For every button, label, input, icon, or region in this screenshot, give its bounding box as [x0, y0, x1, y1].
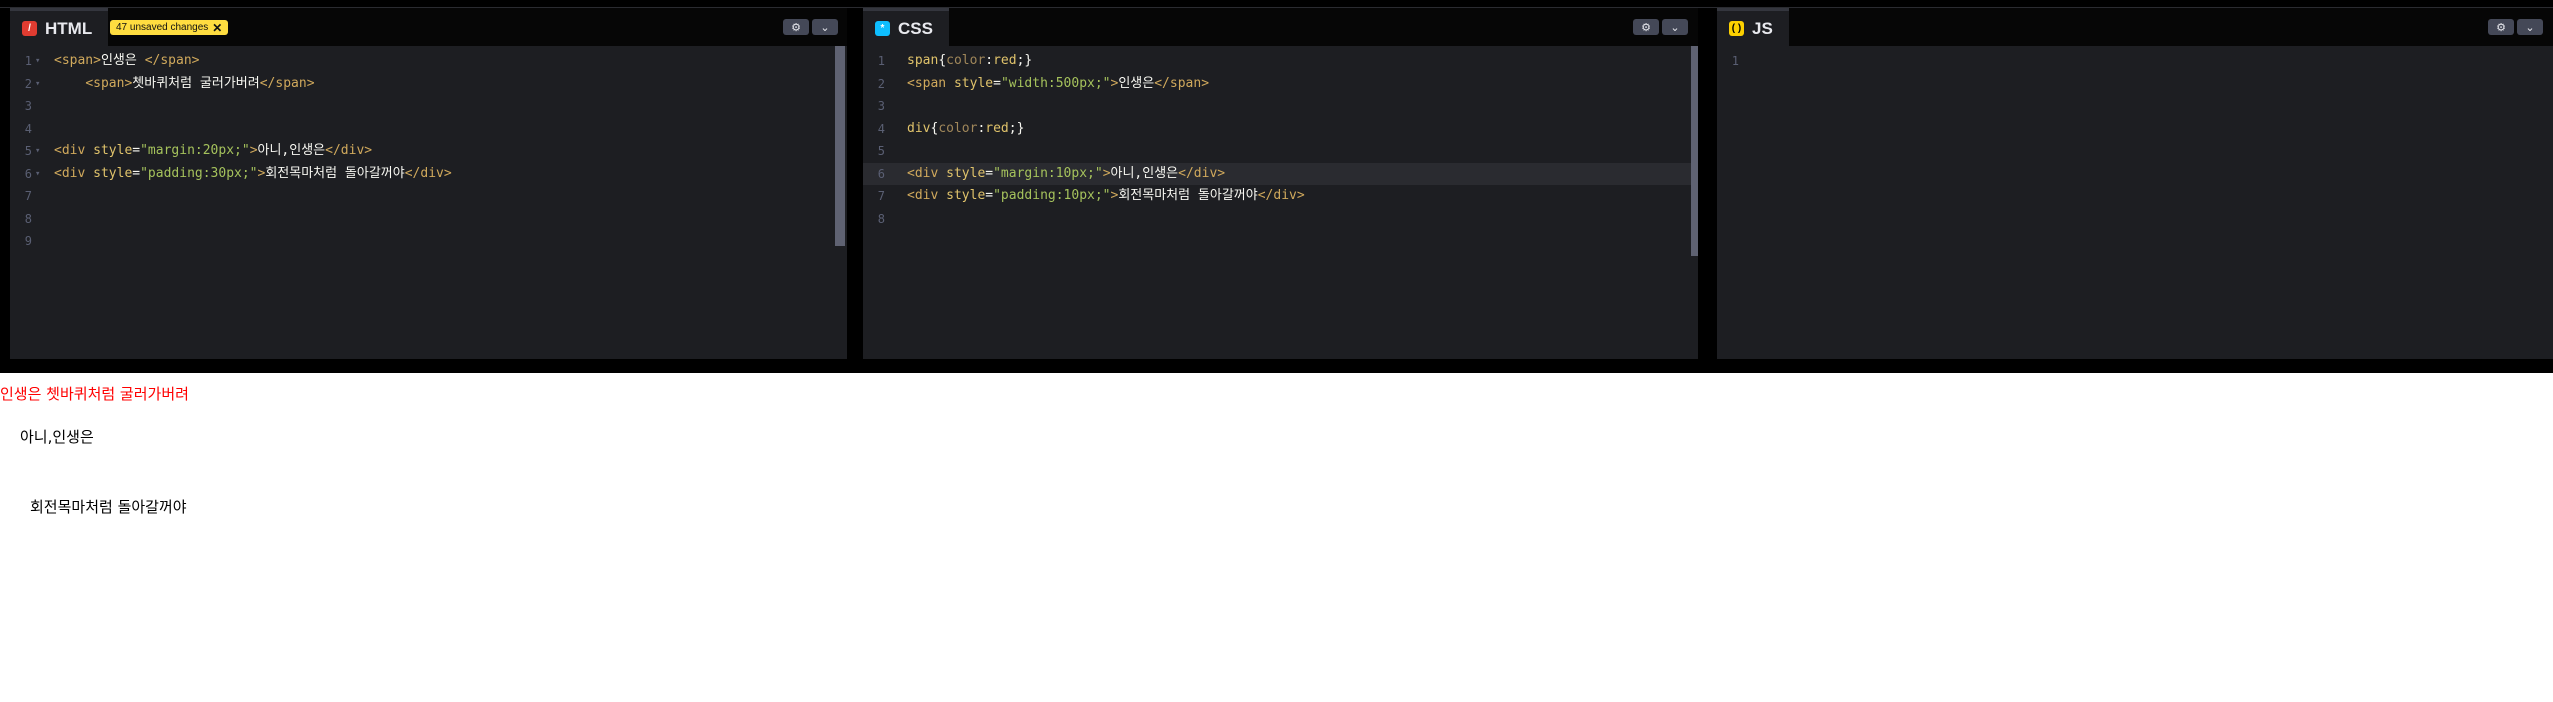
css-code-editor[interactable]: 1 span{color:red;} 2 <span style="width:500… — [863, 50, 1698, 359]
code-text: <div style="margin:20px;">아니,인생은</div> — [54, 143, 373, 158]
chevron-down-icon: ⌄ — [2525, 20, 2535, 34]
code-text: div{color:red;} — [907, 120, 1025, 136]
line-number: 4 — [877, 121, 885, 136]
gear-icon: ⚙ — [2496, 20, 2506, 34]
editor-area: / HTML 47 unsaved changes ✕ ⚙ ⌄ 1 ▾ <span>… — [0, 0, 2553, 373]
fold-arrow-icon[interactable]: ▾ — [35, 73, 40, 96]
line-number: 8 — [24, 211, 32, 226]
js-pane-header: ( ) JS ⚙ ⌄ — [1717, 8, 2553, 46]
line-number: 8 — [877, 211, 885, 226]
code-line[interactable]: 8 — [863, 208, 1698, 231]
code-line[interactable]: 4 div{color:red;} — [863, 118, 1698, 141]
css-scrollbar[interactable] — [1691, 46, 1698, 256]
line-number: 2 — [877, 76, 885, 91]
code-line[interactable]: 5 — [863, 140, 1698, 163]
code-text: <span>인생은 </span> — [54, 53, 200, 68]
html-scrollbar[interactable] — [835, 46, 845, 246]
unsaved-changes-label: 47 unsaved changes — [116, 22, 209, 33]
gear-icon: ⚙ — [791, 20, 801, 34]
fold-arrow-icon[interactable]: ▾ — [35, 163, 40, 186]
code-text: <div style="margin:10px;">아니,인생은</div> — [907, 165, 1226, 181]
unsaved-changes-badge[interactable]: 47 unsaved changes ✕ — [110, 20, 229, 35]
line-number: 9 — [24, 234, 32, 248]
line-number: 5 — [24, 144, 32, 158]
html-icon: / — [22, 21, 37, 36]
css-settings-button[interactable]: ⚙ — [1633, 19, 1659, 35]
code-line[interactable]: 6 <div style="margin:10px;">아니,인생은</div> — [863, 162, 1698, 185]
html-settings-button[interactable]: ⚙ — [783, 19, 809, 35]
js-menu-button[interactable]: ⌄ — [2517, 19, 2543, 35]
html-menu-button[interactable]: ⌄ — [812, 19, 838, 35]
result-preview: 인생은 쳇바퀴처럼 굴러가버려 아니,인생은 회전목마처럼 돌아갈꺼야 — [0, 373, 2553, 702]
html-code-editor[interactable]: 1 ▾ <span>인생은 </span> 2 ▾ <span>쳇바퀴처럼 굴러가버려<… — [10, 50, 847, 359]
code-line[interactable]: 8 — [10, 208, 847, 231]
line-number: 1 — [877, 54, 885, 68]
line-number: 7 — [24, 189, 32, 203]
close-icon[interactable]: ✕ — [212, 22, 222, 34]
line-number: 4 — [24, 121, 32, 136]
code-line[interactable]: 5 ▾ <div style="margin:20px;">아니,인생은</div> — [10, 140, 847, 163]
js-code-editor[interactable]: 1 — [1717, 50, 2553, 359]
tab-html-label: HTML — [45, 18, 93, 38]
tab-css[interactable]: * CSS — [863, 8, 949, 46]
code-line[interactable]: 7 <div style="padding:10px;">회전목마처럼 돌아갈꺼야… — [863, 185, 1698, 208]
code-line[interactable]: 1 span{color:red;} — [863, 50, 1698, 73]
preview-line-1: 인생은 쳇바퀴처럼 굴러가버려 — [0, 385, 189, 403]
line-number: 6 — [24, 166, 32, 181]
css-menu-button[interactable]: ⌄ — [1662, 19, 1688, 35]
fold-arrow-icon[interactable]: ▾ — [35, 50, 40, 73]
chevron-down-icon: ⌄ — [820, 20, 830, 34]
code-line[interactable]: 2 ▾ <span>쳇바퀴처럼 굴러가버려</span> — [10, 73, 847, 96]
code-text: <div style="padding:10px;">회전목마처럼 돌아갈꺼야<… — [907, 188, 1305, 203]
html-pane-header: / HTML 47 unsaved changes ✕ ⚙ ⌄ — [10, 8, 847, 46]
code-line[interactable]: 3 — [10, 95, 847, 118]
code-line[interactable]: 4 — [10, 118, 847, 141]
code-line[interactable]: 2 <span style="width:500px;">인생은</span> — [863, 73, 1698, 96]
code-line[interactable]: 9 — [10, 230, 847, 253]
tab-html[interactable]: / HTML — [10, 8, 109, 46]
tab-js[interactable]: ( ) JS — [1717, 8, 1789, 46]
html-editor-pane: / HTML 47 unsaved changes ✕ ⚙ ⌄ 1 ▾ <span>… — [10, 8, 847, 359]
css-icon: * — [875, 21, 890, 36]
line-number: 1 — [1731, 54, 1739, 68]
preview-line-3: 회전목마처럼 돌아갈꺼야 — [30, 498, 187, 516]
code-line[interactable]: 1 ▾ <span>인생은 </span> — [10, 50, 847, 73]
chevron-down-icon: ⌄ — [1670, 20, 1680, 34]
code-text: <span>쳇바퀴처럼 굴러가버려</span> — [85, 75, 315, 91]
resize-handle[interactable] — [0, 359, 2553, 373]
line-number: 7 — [877, 189, 885, 203]
line-number: 3 — [877, 99, 885, 113]
line-number: 6 — [877, 166, 885, 181]
tab-js-label: JS — [1752, 18, 1773, 38]
code-line[interactable]: 7 — [10, 185, 847, 208]
code-text: <div style="padding:30px;">회전목마처럼 돌아갈꺼야<… — [54, 165, 452, 181]
css-pane-header: * CSS ⚙ ⌄ — [863, 8, 1698, 46]
code-line[interactable]: 1 — [1717, 50, 2553, 73]
js-settings-button[interactable]: ⚙ — [2488, 19, 2514, 35]
js-editor-pane: ( ) JS ⚙ ⌄ 1 — [1717, 8, 2553, 359]
tab-css-label: CSS — [898, 18, 933, 38]
preview-line-2: 아니,인생은 — [20, 428, 94, 446]
line-number: 1 — [24, 54, 32, 68]
gear-icon: ⚙ — [1641, 20, 1651, 34]
line-number: 5 — [877, 144, 885, 158]
code-text: span{color:red;} — [907, 53, 1033, 68]
line-number: 3 — [24, 99, 32, 113]
code-line[interactable]: 6 ▾ <div style="padding:30px;">회전목마처럼 돌아갈꺼… — [10, 163, 847, 186]
code-line[interactable]: 3 — [863, 95, 1698, 118]
code-text: <span style="width:500px;">인생은</span> — [907, 75, 1210, 91]
css-editor-pane: * CSS ⚙ ⌄ 1 span{color:red;} 2 <span style=… — [863, 8, 1698, 359]
fold-arrow-icon[interactable]: ▾ — [35, 140, 40, 163]
js-icon: ( ) — [1729, 21, 1744, 36]
line-number: 2 — [24, 76, 32, 91]
